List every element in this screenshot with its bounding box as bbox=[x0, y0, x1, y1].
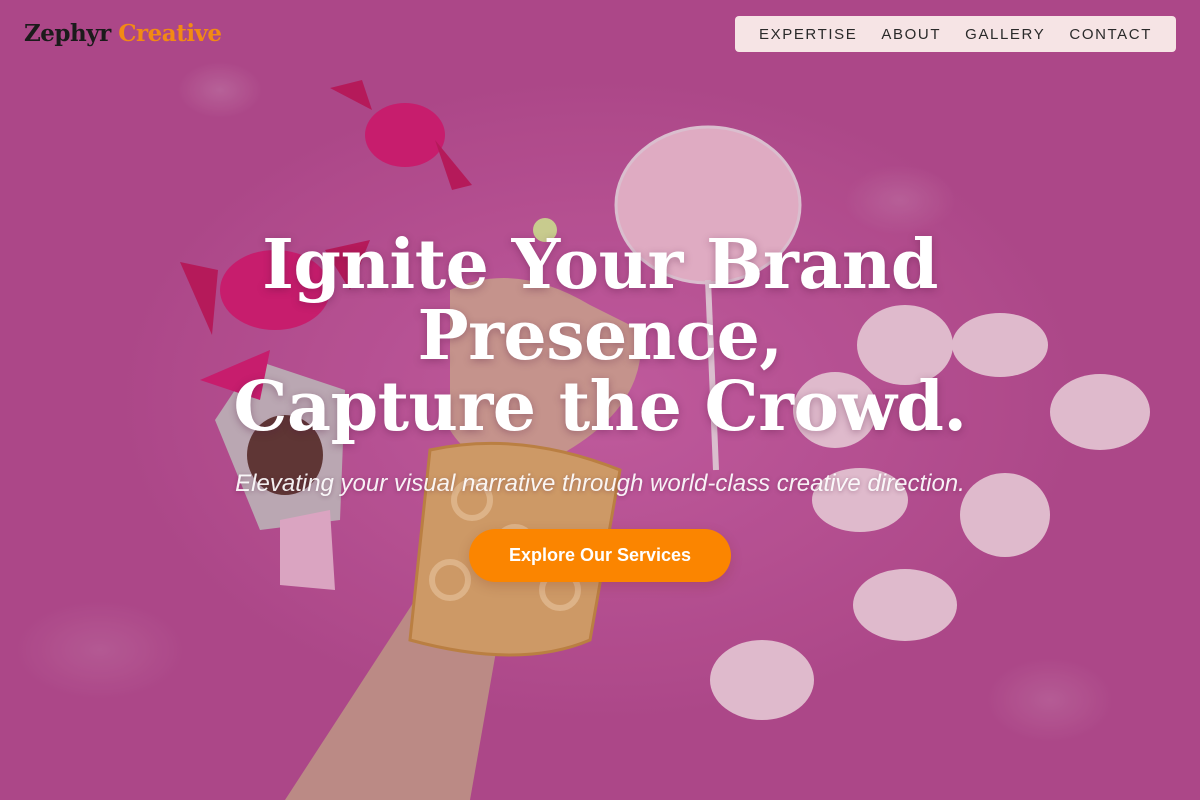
nav-link-contact[interactable]: CONTACT bbox=[1069, 26, 1152, 43]
brand-name-primary: Zephyr bbox=[24, 20, 111, 47]
brand-name-accent: Creative bbox=[118, 20, 222, 47]
headline-line-1: Ignite Your Brand bbox=[262, 225, 938, 305]
explore-services-button[interactable]: Explore Our Services bbox=[469, 529, 731, 582]
nav-link-gallery[interactable]: GALLERY bbox=[965, 26, 1045, 43]
hero-subtitle: Elevating your visual narrative through … bbox=[235, 470, 965, 497]
headline-line-3: Capture the Crowd. bbox=[233, 367, 967, 447]
main-navigation: EXPERTISE ABOUT GALLERY CONTACT bbox=[735, 16, 1176, 52]
hero-headline: Ignite Your Brand Presence, Capture the … bbox=[0, 230, 1200, 443]
nav-link-expertise[interactable]: EXPERTISE bbox=[759, 26, 857, 43]
brand-logo[interactable]: Zephyr Creative bbox=[24, 20, 222, 47]
nav-link-about[interactable]: ABOUT bbox=[881, 26, 941, 43]
headline-line-2: Presence, bbox=[417, 296, 783, 376]
